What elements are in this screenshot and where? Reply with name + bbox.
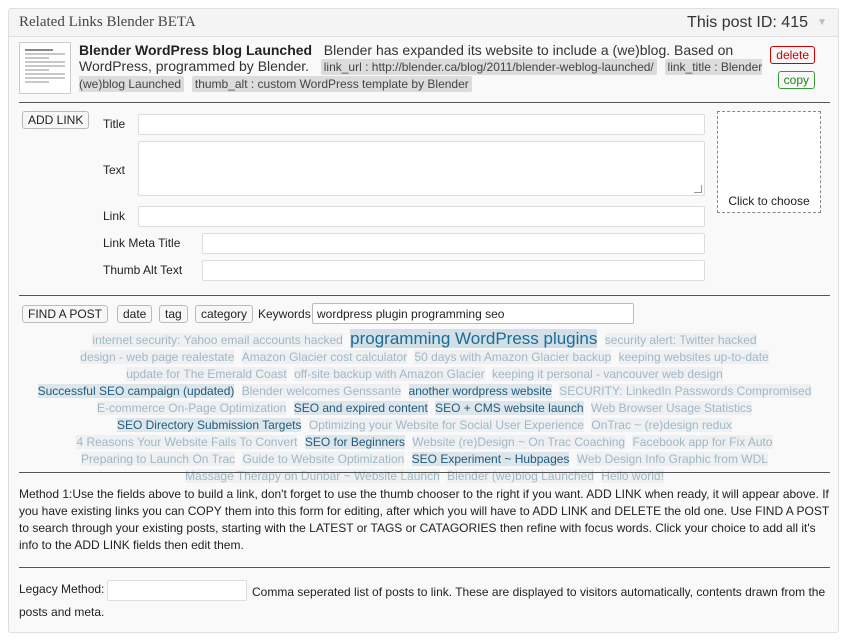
thumb-alt-input[interactable]: [202, 260, 705, 281]
link-summary: Blender WordPress blog Launched Blender …: [79, 42, 769, 92]
instructions-text: Method 1:Use the fields above to build a…: [19, 487, 829, 552]
meta-title-input[interactable]: [202, 233, 705, 254]
tag-cloud-item[interactable]: SEO and expired content: [293, 401, 428, 415]
link-input[interactable]: [138, 206, 705, 227]
thumb-chooser[interactable]: Click to choose: [717, 111, 821, 213]
tag-cloud-item[interactable]: Optimizing your Website for Social User …: [308, 418, 585, 432]
legacy-input[interactable]: [107, 580, 247, 601]
tag-cloud-item[interactable]: SEO + CMS website launch: [435, 401, 584, 415]
link-url-chip: link_url : http://blender.ca/blog/2011/b…: [320, 59, 657, 75]
tag-cloud-item[interactable]: Facebook app for Fix Auto: [632, 435, 773, 449]
thumb-alt-chip: thumb_alt : custom WordPress template by…: [191, 76, 472, 92]
find-a-post-button[interactable]: FIND A POST: [22, 305, 109, 323]
divider: [19, 567, 830, 568]
tag-cloud-item[interactable]: 50 days with Amazon Glacier backup: [414, 350, 612, 364]
thumb-chooser-label: Click to choose: [728, 194, 810, 208]
tag-cloud-item[interactable]: SEO for Beginners: [304, 435, 405, 449]
related-links-metabox: Related Links Blender BETA This post ID:…: [8, 8, 839, 633]
tag-cloud-item[interactable]: Guide to Website Optimization: [242, 452, 405, 466]
text-label: Text: [103, 163, 126, 177]
tag-cloud-item[interactable]: programming WordPress plugins: [350, 329, 598, 348]
tag-cloud-item[interactable]: SECURITY: LinkedIn Passwords Compromised: [559, 384, 812, 398]
legacy-label: Legacy Method:: [19, 582, 105, 596]
link-label: Link: [103, 209, 126, 223]
post-tag-cloud: internet security: Yahoo email accounts …: [23, 329, 826, 485]
divider: [19, 295, 830, 296]
tag-cloud-item[interactable]: internet security: Yahoo email accounts …: [92, 333, 343, 347]
divider: [19, 102, 830, 103]
tag-cloud-item[interactable]: security alert: Twitter hacked: [604, 333, 757, 347]
add-link-button[interactable]: ADD LINK: [22, 111, 90, 129]
tag-cloud-item[interactable]: Web Design Info Graphic from WDL: [576, 452, 768, 466]
title-label: Title: [103, 117, 126, 131]
meta-title-label: Link Meta Title: [103, 236, 181, 250]
delete-link-button[interactable]: delete: [770, 46, 815, 64]
tag-cloud-item[interactable]: off-site backup with Amazon Glacier: [294, 367, 485, 381]
tag-cloud-item[interactable]: Preparing to Launch On Trac: [81, 452, 236, 466]
date-filter-button[interactable]: date: [117, 305, 153, 323]
divider: [19, 472, 830, 473]
collapse-toggle-icon[interactable]: ▼: [817, 17, 827, 28]
keywords-label: Keywords: [258, 307, 311, 321]
tag-cloud-item[interactable]: SEO Directory Submission Targets: [116, 418, 302, 432]
title-input[interactable]: [138, 114, 705, 135]
keywords-input[interactable]: [312, 303, 634, 324]
tag-cloud-item[interactable]: SEO Experiment ~ Hubpages: [411, 452, 570, 466]
text-textarea[interactable]: [138, 141, 705, 196]
tag-cloud-item[interactable]: E-commerce On-Page Optimization: [96, 401, 287, 415]
tag-cloud-item[interactable]: Website (re)Design ~ On Trac Coaching: [412, 435, 626, 449]
tag-cloud-item[interactable]: Web Browser Usage Statistics: [590, 401, 753, 415]
tag-cloud-item[interactable]: 4 Reasons Your Website Fails To Convert: [76, 435, 298, 449]
tag-cloud-item[interactable]: design - web page realestate: [80, 350, 235, 364]
category-filter-button[interactable]: category: [195, 305, 254, 323]
tag-cloud-item[interactable]: Blender welcomes Genssante: [241, 384, 402, 398]
resize-handle-icon[interactable]: [694, 185, 702, 193]
tag-cloud-item[interactable]: Successful SEO campaign (updated): [37, 384, 235, 398]
metabox-title: Related Links Blender BETA: [19, 14, 196, 30]
tag-cloud-item[interactable]: Amazon Glacier cost calculator: [241, 350, 408, 364]
tag-filter-button[interactable]: tag: [159, 305, 188, 323]
link-title: Blender WordPress blog Launched: [79, 42, 313, 58]
thumb-alt-label: Thumb Alt Text: [103, 263, 183, 277]
tag-cloud-item[interactable]: keeping websites up-to-date: [618, 350, 769, 364]
copy-link-button[interactable]: copy: [777, 71, 815, 89]
tag-cloud-item[interactable]: update for The Emerald Coast: [126, 367, 287, 381]
tag-cloud-item[interactable]: keeping it personal - vancouver web desi…: [491, 367, 723, 381]
tag-cloud-item[interactable]: OnTrac ~ (re)design redux: [591, 418, 733, 432]
post-id-label: This post ID: 415: [687, 14, 808, 31]
metabox-header[interactable]: Related Links Blender BETA This post ID:…: [9, 9, 838, 37]
tag-cloud-item[interactable]: another wordpress website: [408, 384, 552, 398]
existing-link-item: Blender WordPress blog Launched Blender …: [19, 42, 830, 102]
link-thumbnail: [19, 42, 71, 94]
